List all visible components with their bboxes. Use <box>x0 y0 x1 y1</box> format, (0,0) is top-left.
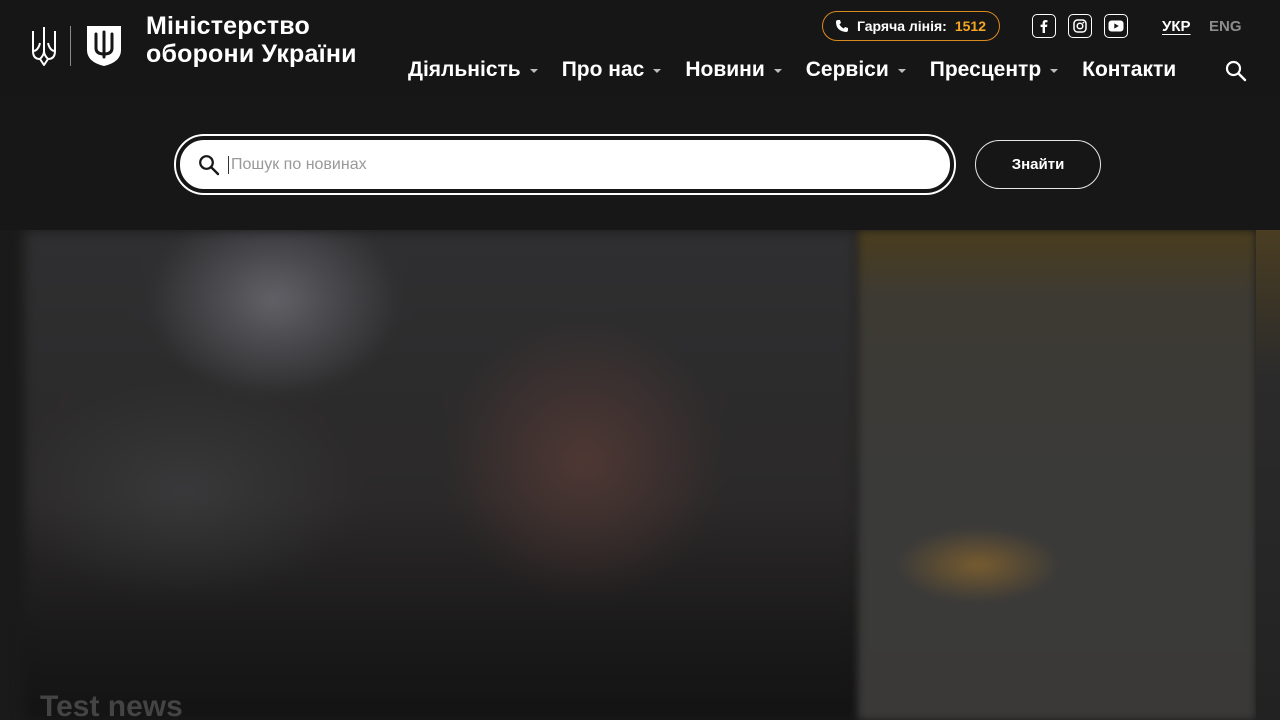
news-search-input[interactable] <box>228 155 908 174</box>
featured-news-title[interactable]: Test news <box>40 690 183 720</box>
nav-item-label: Новини <box>685 58 765 81</box>
caret-down-icon <box>773 69 782 73</box>
caret-down-icon <box>1050 69 1059 73</box>
caret-down-icon <box>897 69 906 73</box>
instagram-link[interactable] <box>1068 14 1092 38</box>
site-header: Міністерство оборони України Гаряча ліні… <box>0 0 1280 96</box>
featured-news-image[interactable] <box>24 230 858 720</box>
hotline-button[interactable]: Гаряча лінія: 1512 <box>822 11 1000 41</box>
language-ukr[interactable]: УКР <box>1162 18 1191 35</box>
site-logo-link[interactable]: Міністерство оборони України <box>30 12 357 68</box>
hotline-label: Гаряча лінія: <box>857 18 947 34</box>
language-eng[interactable]: ENG <box>1209 18 1242 35</box>
caret-down-icon <box>529 69 538 73</box>
secondary-news-image[interactable] <box>858 230 1256 720</box>
nav-item-label: Пресцентр <box>929 58 1042 81</box>
featured-news-hero <box>0 230 1280 720</box>
nav-item-press-center[interactable]: Пресцентр <box>929 58 1059 82</box>
ministry-name: Міністерство оборони України <box>146 12 357 68</box>
nav-item-activity[interactable]: Діяльність <box>408 58 538 82</box>
page: Міністерство оборони України Гаряча ліні… <box>0 0 1280 720</box>
instagram-icon <box>1073 19 1087 33</box>
tryzub-emblem-icon <box>32 27 56 66</box>
search-icon <box>1225 60 1247 82</box>
facebook-link[interactable] <box>1032 14 1056 38</box>
search-field-wrapper <box>176 136 954 193</box>
logo-divider <box>70 26 71 66</box>
nav-item-label: Контакти <box>1082 58 1177 81</box>
youtube-icon <box>1108 20 1124 32</box>
search-submit-button[interactable]: Знайти <box>975 140 1101 189</box>
youtube-link[interactable] <box>1104 14 1128 38</box>
hotline-number: 1512 <box>954 18 986 34</box>
carousel-edge-image <box>1256 230 1280 720</box>
nav-item-label: Діяльність <box>408 58 521 81</box>
nav-item-services[interactable]: Сервіси <box>806 58 906 82</box>
facebook-icon <box>1040 20 1048 33</box>
search-toggle-button[interactable] <box>1224 59 1248 83</box>
ministry-shield-icon <box>87 26 121 66</box>
phone-icon <box>836 20 848 32</box>
nav-item-about[interactable]: Про нас <box>562 58 662 82</box>
main-navigation: Діяльність Про нас Новини Сервіси Пресце… <box>408 58 1176 82</box>
nav-item-label: Сервіси <box>805 58 889 81</box>
caret-down-icon <box>653 69 662 73</box>
nav-item-contacts[interactable]: Контакти <box>1082 58 1176 82</box>
news-search-bar: Знайти <box>0 96 1280 230</box>
search-icon <box>199 154 220 175</box>
nav-item-label: Про нас <box>561 58 645 81</box>
nav-item-news[interactable]: Новини <box>685 58 782 82</box>
